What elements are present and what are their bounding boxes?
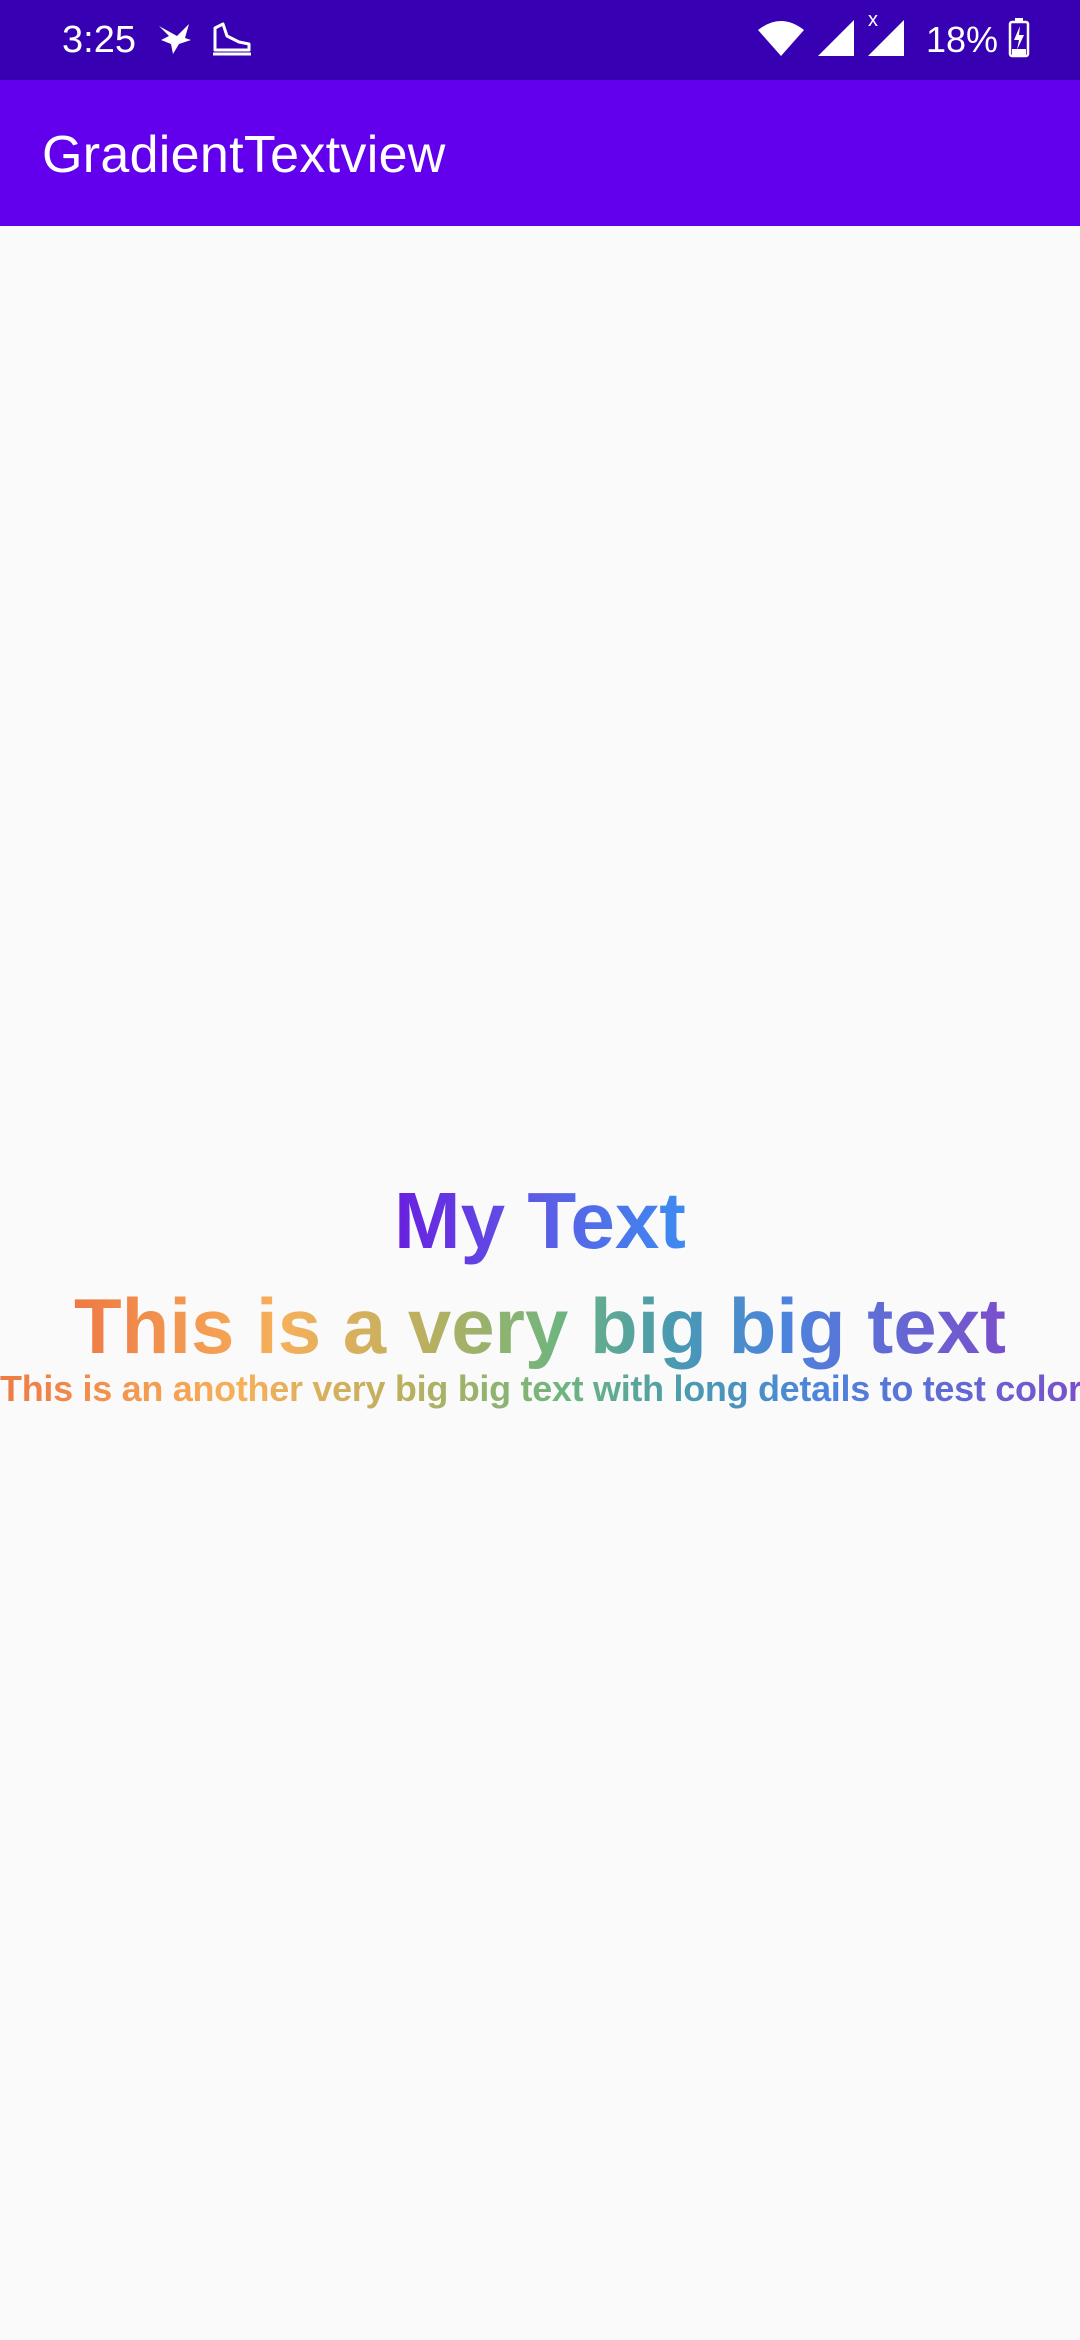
- main-content: My Text This is a very big big text This…: [0, 226, 1080, 2340]
- status-right-icons: x 18%: [756, 10, 1030, 66]
- gradient-text-1: My Text: [394, 1176, 686, 1265]
- app-bar: GradientTextview: [0, 80, 1080, 226]
- status-time: 3:25: [62, 19, 136, 61]
- wifi-icon: [756, 18, 806, 63]
- no-data-mark: x: [867, 8, 878, 31]
- gradient-text-small-title: My Text: [0, 1171, 1080, 1271]
- battery-charging-icon: [1008, 17, 1030, 63]
- gradient-text-long: This is an another very big big text wit…: [0, 1364, 1080, 1414]
- signal-no-data-icon: x: [866, 10, 906, 63]
- bird-notification-icon: [155, 18, 195, 63]
- shoe-notification-icon: [209, 18, 253, 63]
- status-notification-icons: [155, 18, 253, 62]
- status-bar: 3:25 x 18%: [0, 0, 1080, 80]
- signal-icon: [816, 18, 856, 63]
- app-title: GradientTextview: [42, 126, 446, 184]
- gradient-text-3: This is an another very big big text wit…: [0, 1364, 1080, 1414]
- gradient-text-big: This is a very big big text: [0, 1276, 1080, 1376]
- gradient-text-2: This is a very big big text: [74, 1276, 1006, 1376]
- battery-percentage: 18%: [925, 19, 998, 60]
